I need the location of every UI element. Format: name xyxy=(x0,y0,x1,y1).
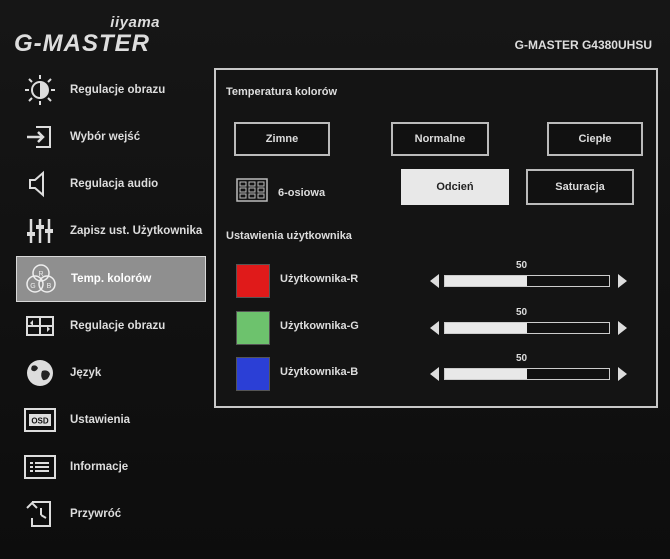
brand-logo: iiyama G-MASTER xyxy=(14,14,174,62)
user-r-slider[interactable] xyxy=(444,275,610,287)
decrease-arrow-icon[interactable] xyxy=(430,321,439,335)
sidebar-item-reset[interactable]: Przywróć xyxy=(16,492,206,536)
green-swatch xyxy=(236,311,270,345)
info-list-icon xyxy=(22,449,58,485)
user-g-label: Użytkownika-G xyxy=(280,320,359,332)
sidebar-item-label: Regulacja audio xyxy=(70,178,159,190)
blue-swatch xyxy=(236,357,270,391)
globe-icon xyxy=(22,355,58,391)
sidebar-item-color-temp[interactable]: R G B Temp. kolorów xyxy=(16,256,206,302)
user-r-value: 50 xyxy=(516,260,528,271)
user-g-row: Użytkownika-G 50 xyxy=(236,307,636,345)
sidebar-item-language[interactable]: Język xyxy=(16,351,206,395)
user-r-row: Użytkownika-R 50 xyxy=(236,260,636,298)
brand-main: G-MASTER xyxy=(14,30,150,57)
sliders-icon xyxy=(22,213,58,249)
user-b-value: 50 xyxy=(516,353,528,364)
user-b-slider[interactable] xyxy=(444,368,610,380)
increase-arrow-icon[interactable] xyxy=(618,321,627,335)
speaker-icon xyxy=(22,166,58,202)
rgb-icon: R G B xyxy=(23,261,59,297)
slider-fill xyxy=(445,276,527,286)
preset-cool-button[interactable]: Zimne xyxy=(234,122,330,156)
red-swatch xyxy=(236,264,270,298)
sidebar-menu: Regulacje obrazu Wybór wejść Regulacja a… xyxy=(16,68,208,548)
sidebar-item-save-user[interactable]: Zapisz ust. Użytkownika xyxy=(16,209,206,253)
display-adjust-icon xyxy=(22,308,58,344)
sidebar-item-audio[interactable]: Regulacja audio xyxy=(16,162,206,206)
decrease-arrow-icon[interactable] xyxy=(430,367,439,381)
sidebar-item-label: Informacje xyxy=(70,461,129,473)
six-axis-label: 6-osiowa xyxy=(278,186,326,199)
user-g-slider[interactable] xyxy=(444,322,610,334)
user-b-label: Użytkownika-B xyxy=(280,366,359,378)
color-temp-panel: Temperatura kolorów Zimne Normalne Ciepł… xyxy=(214,68,658,408)
increase-arrow-icon[interactable] xyxy=(618,367,627,381)
user-b-row: Użytkownika-B 50 xyxy=(236,353,636,391)
input-icon xyxy=(22,119,58,155)
rgb-letter-b: B xyxy=(47,283,52,290)
sidebar-item-information[interactable]: Informacje xyxy=(16,445,206,489)
sidebar-item-image-adjust[interactable]: Regulacje obrazu xyxy=(16,304,206,348)
sidebar-item-label: Regulacje obrazu xyxy=(70,84,166,96)
six-axis-grid-icon xyxy=(236,178,268,207)
sidebar-item-settings[interactable]: OSD Ustawienia xyxy=(16,398,206,442)
brightness-icon xyxy=(22,72,58,108)
slider-fill xyxy=(445,369,527,379)
reset-clock-icon xyxy=(22,496,58,532)
decrease-arrow-icon[interactable] xyxy=(430,274,439,288)
user-settings-title: Ustawienia użytkownika xyxy=(226,230,352,242)
saturation-button[interactable]: Saturacja xyxy=(526,169,634,205)
six-axis-row: 6-osiowa xyxy=(236,178,325,207)
hue-button[interactable]: Odcień xyxy=(401,169,509,205)
osd-icon-text: OSD xyxy=(31,417,49,426)
sidebar-item-label: Przywróć xyxy=(70,508,122,520)
brand-sub: iiyama xyxy=(110,14,160,31)
slider-fill xyxy=(445,323,527,333)
rgb-letter-g: G xyxy=(30,283,35,290)
panel-title: Temperatura kolorów xyxy=(226,86,338,98)
user-r-label: Użytkownika-R xyxy=(280,273,359,285)
user-g-value: 50 xyxy=(516,307,528,318)
sidebar-item-label: Język xyxy=(70,367,102,379)
sidebar-item-label: Wybór wejść xyxy=(70,131,141,143)
osd-icon: OSD xyxy=(22,402,58,438)
sidebar-item-label: Temp. kolorów xyxy=(71,273,152,285)
osd-screen: iiyama G-MASTER G-MASTER G4380UHSU Regul… xyxy=(0,0,670,559)
preset-warm-button[interactable]: Ciepłe xyxy=(547,122,643,156)
sidebar-item-label: Regulacje obrazu xyxy=(70,320,166,332)
sidebar-item-label: Zapisz ust. Użytkownika xyxy=(70,225,203,237)
preset-normal-button[interactable]: Normalne xyxy=(391,122,489,156)
sidebar-item-picture-adjust[interactable]: Regulacje obrazu xyxy=(16,68,206,112)
model-name: G-MASTER G4380UHSU xyxy=(514,38,652,52)
sidebar-item-input-select[interactable]: Wybór wejść xyxy=(16,115,206,159)
sidebar-item-label: Ustawienia xyxy=(70,414,131,426)
increase-arrow-icon[interactable] xyxy=(618,274,627,288)
rgb-letter-r: R xyxy=(38,271,43,278)
